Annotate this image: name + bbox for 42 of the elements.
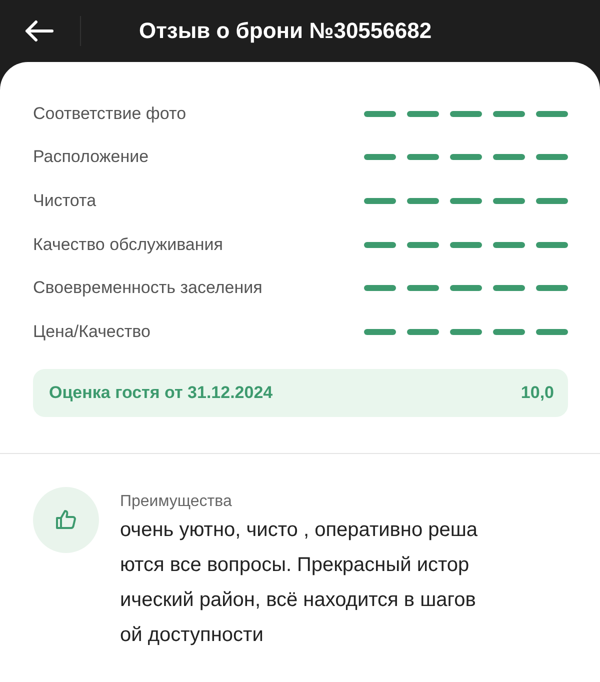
- rating-label: Чистота: [33, 190, 96, 211]
- rating-segment: [536, 198, 568, 204]
- rating-segment: [493, 110, 525, 117]
- rating-segment: [407, 110, 439, 117]
- rating-segment: [407, 242, 439, 248]
- rating-segment: [450, 242, 482, 248]
- rating-segment: [536, 154, 568, 160]
- rating-segment: [450, 154, 482, 160]
- rating-segment: [450, 285, 482, 292]
- rating-segment: [364, 198, 396, 204]
- rating-label: Своевременность заселения: [33, 278, 262, 298]
- page-title: Отзыв о брони №30556682: [139, 18, 432, 44]
- rating-label: Цена/Качество: [33, 322, 150, 342]
- rating-segment: [407, 328, 439, 335]
- rating-segment: [493, 198, 525, 204]
- rating-segment: [536, 285, 568, 292]
- rating-segment: [364, 328, 396, 335]
- rating-label: Расположение: [33, 147, 149, 168]
- back-arrow-icon[interactable]: [24, 20, 54, 42]
- rating-segment: [493, 154, 525, 160]
- rating-label: Качество обслуживания: [33, 234, 223, 255]
- rating-segment: [450, 110, 482, 117]
- rating-label: Соответствие фото: [33, 104, 186, 124]
- rating-segment: [493, 242, 525, 248]
- rating-segment: [407, 285, 439, 292]
- rating-segment: [493, 285, 525, 292]
- rating-segment: [493, 328, 525, 335]
- rating-segment: [407, 198, 439, 204]
- rating-segment: [364, 242, 396, 248]
- pros-text: очень уютно, чисто , оперативно реша ются все вопросы. Прекрасный истор ический район, всё находится в шагов ой доступности: [120, 518, 478, 648]
- rating-segment: [536, 242, 568, 248]
- rating-segment: [407, 154, 439, 160]
- rating-segment: [364, 285, 396, 292]
- rating-segment: [536, 328, 568, 335]
- rating-segment: [536, 110, 568, 117]
- guest-score-label: Оценка гостя от 31.12.2024: [49, 382, 273, 403]
- pros-heading: Преимущества: [120, 492, 233, 511]
- rating-segment: [364, 110, 396, 117]
- rating-segment: [364, 154, 396, 160]
- guest-score-value: 10,0: [520, 382, 554, 403]
- rating-segment: [450, 328, 482, 335]
- rating-segment: [450, 198, 482, 204]
